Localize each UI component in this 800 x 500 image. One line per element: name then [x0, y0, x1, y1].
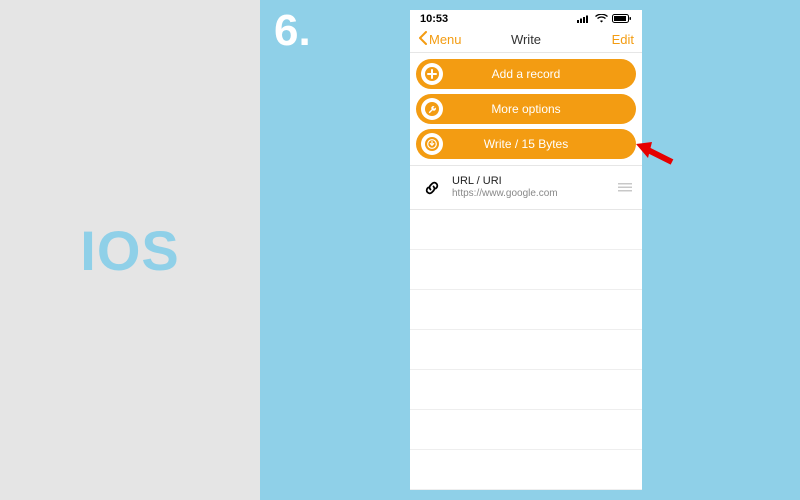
more-options-button[interactable]: More options	[416, 94, 636, 124]
wrench-icon	[421, 98, 443, 120]
edit-button[interactable]: Edit	[612, 32, 634, 47]
list-item	[410, 410, 642, 450]
list-item	[410, 450, 642, 490]
record-item[interactable]: URL / URI https://www.google.com	[410, 166, 642, 210]
back-button[interactable]: Menu	[418, 31, 462, 48]
record-text: URL / URI https://www.google.com	[452, 175, 618, 199]
record-list: URL / URI https://www.google.com	[410, 165, 642, 490]
button-area: Add a record More options Write / 15 Byt…	[410, 53, 642, 165]
wifi-icon	[595, 14, 608, 23]
status-bar: 10:53	[410, 10, 642, 27]
status-right	[577, 14, 632, 23]
link-icon	[420, 178, 444, 198]
write-label: Write / 15 Bytes	[484, 137, 568, 151]
battery-icon	[612, 14, 632, 23]
add-record-button[interactable]: Add a record	[416, 59, 636, 89]
step-panel: 6.	[260, 0, 410, 500]
list-item	[410, 210, 642, 250]
ios-platform-label: IOS	[80, 218, 179, 283]
write-button[interactable]: Write / 15 Bytes	[416, 129, 636, 159]
more-options-label: More options	[491, 102, 560, 116]
download-circle-icon	[421, 133, 443, 155]
record-subtitle: https://www.google.com	[452, 188, 618, 200]
phone-zone: 10:53 Menu Write Edi	[410, 0, 800, 500]
nav-title: Write	[511, 32, 541, 47]
drag-handle-icon[interactable]	[618, 179, 632, 197]
list-item	[410, 330, 642, 370]
list-item	[410, 250, 642, 290]
record-title: URL / URI	[452, 175, 618, 188]
nav-bar: Menu Write Edit	[410, 27, 642, 53]
list-item	[410, 290, 642, 330]
status-time: 10:53	[420, 13, 448, 25]
chevron-left-icon	[418, 31, 429, 48]
add-record-label: Add a record	[492, 67, 561, 81]
back-label: Menu	[429, 32, 462, 47]
plus-circle-icon	[421, 63, 443, 85]
iphone-screen: 10:53 Menu Write Edi	[410, 10, 642, 490]
left-panel: IOS	[0, 0, 260, 500]
signal-icon	[577, 14, 591, 23]
step-number: 6.	[274, 6, 311, 56]
list-item	[410, 370, 642, 410]
